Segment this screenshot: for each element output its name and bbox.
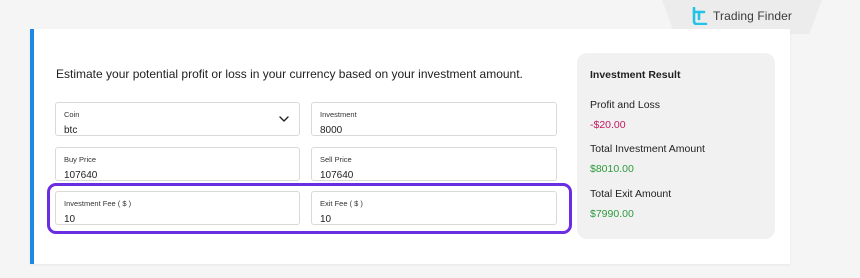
investment-field[interactable]: Investment 8000 bbox=[311, 102, 557, 136]
sell-price-label: Sell Price bbox=[320, 155, 352, 164]
total-exit-value: $7990.00 bbox=[590, 208, 634, 220]
sell-price-field[interactable]: Sell Price 107640 bbox=[311, 147, 557, 181]
total-investment-value: $8010.00 bbox=[590, 163, 634, 175]
coin-value: btc bbox=[64, 125, 78, 136]
investment-value: 8000 bbox=[320, 125, 343, 136]
buy-price-field[interactable]: Buy Price 107640 bbox=[55, 147, 300, 181]
brand-name: Trading Finder bbox=[713, 9, 792, 23]
buy-price-label: Buy Price bbox=[64, 155, 97, 164]
investment-result-panel: Investment Result Profit and Loss -$20.0… bbox=[577, 53, 775, 239]
sell-price-value: 107640 bbox=[320, 170, 354, 181]
coin-select[interactable]: Coin btc bbox=[55, 102, 300, 136]
total-investment-label: Total Investment Amount bbox=[590, 143, 705, 155]
profit-loss-value: -$20.00 bbox=[590, 119, 626, 131]
result-title: Investment Result bbox=[590, 69, 681, 81]
buy-price-value: 107640 bbox=[64, 170, 98, 181]
trading-finder-logo-icon bbox=[692, 7, 708, 25]
profit-loss-label: Profit and Loss bbox=[590, 99, 661, 111]
calculator-intro: Estimate your potential profit or loss i… bbox=[56, 67, 523, 81]
fee-fields-highlight bbox=[47, 183, 572, 234]
investment-label: Investment bbox=[320, 110, 357, 119]
chevron-down-icon[interactable] bbox=[279, 116, 289, 122]
coin-label: Coin bbox=[64, 110, 80, 119]
total-exit-label: Total Exit Amount bbox=[590, 188, 672, 200]
